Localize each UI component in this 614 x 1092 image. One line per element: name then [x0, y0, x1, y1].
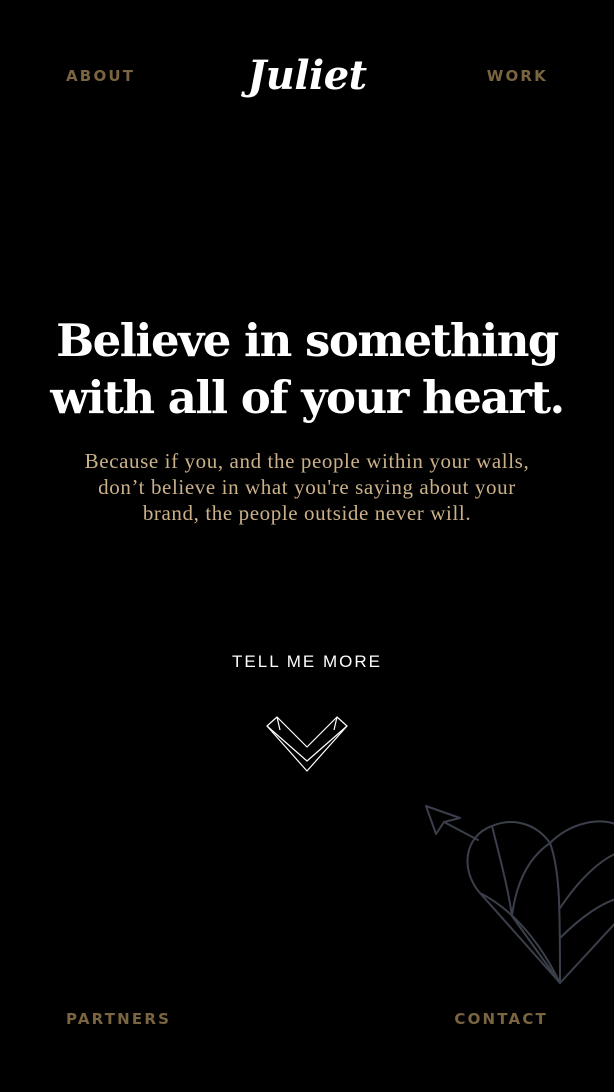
- hero-subtext: Because if you, and the people within yo…: [84, 449, 530, 525]
- nav-partners-link[interactable]: PARTNERS: [66, 1010, 171, 1028]
- heart-arrow-icon: [425, 805, 614, 984]
- tell-me-more-container: TELL ME MORE: [0, 652, 614, 672]
- tell-me-more-button[interactable]: TELL ME MORE: [232, 652, 382, 671]
- chevron-down-icon[interactable]: [264, 714, 350, 774]
- hero-section: Believe in something with all of your he…: [40, 312, 574, 526]
- hero-headline: Believe in something with all of your he…: [50, 314, 565, 424]
- nav-contact-link[interactable]: CONTACT: [454, 1010, 548, 1028]
- nav-work-link[interactable]: WORK: [487, 67, 548, 85]
